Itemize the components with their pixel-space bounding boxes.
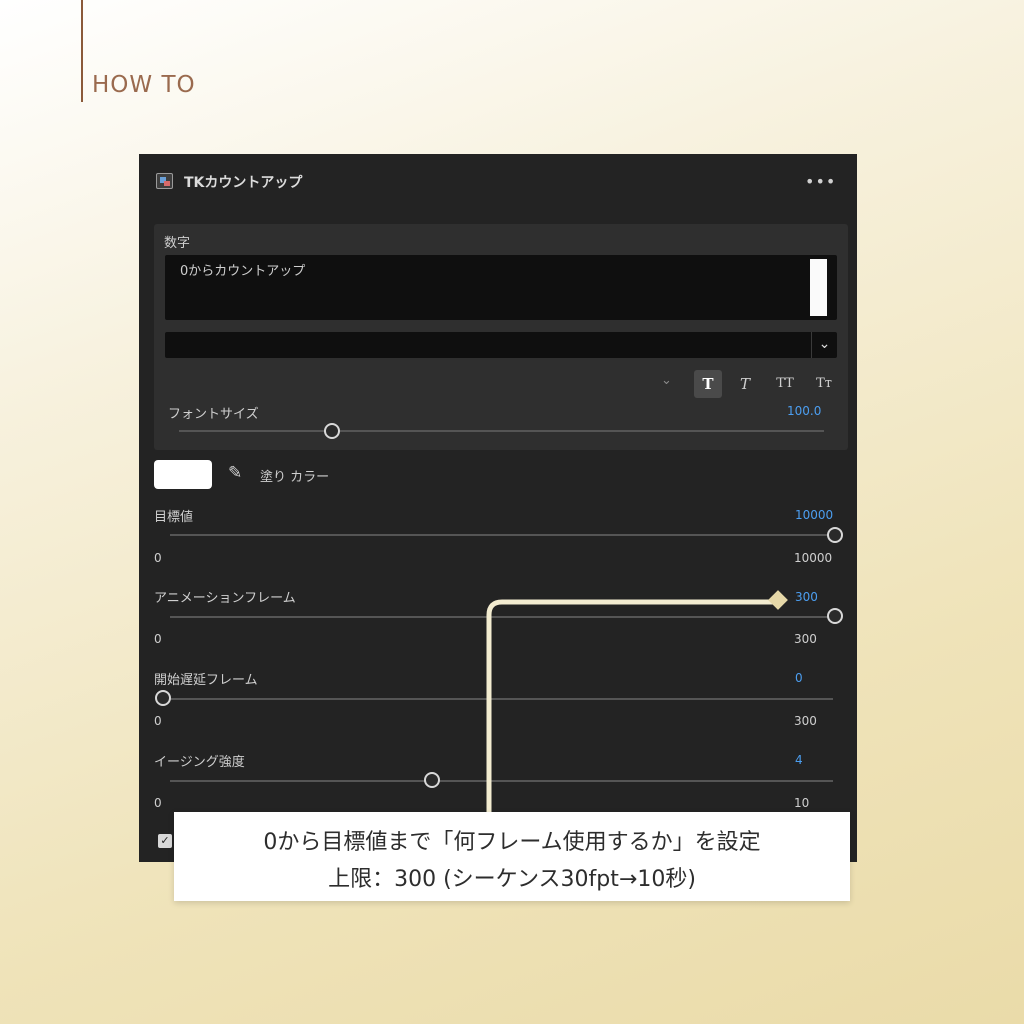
target-value-slider-knob[interactable] xyxy=(827,527,843,543)
callout-line-1: 0から目標値まで「何フレーム使用するか」を設定 xyxy=(263,830,761,855)
text-color-swatch[interactable] xyxy=(810,259,827,316)
easing-strength-label: イージング強度 xyxy=(154,755,245,770)
small-caps-button[interactable]: Tт xyxy=(810,370,838,398)
bold-button[interactable]: T xyxy=(694,370,722,398)
font-size-label: フォントサイズ xyxy=(168,407,259,422)
target-value-max: 10000 xyxy=(794,551,833,565)
option-checkbox[interactable]: ✓ xyxy=(158,834,172,848)
animation-frames-value[interactable]: 300 xyxy=(795,590,818,604)
target-value-value[interactable]: 10000 xyxy=(795,508,833,522)
text-input-value: 0からカウントアップ xyxy=(180,264,306,279)
easing-strength-slider-knob[interactable] xyxy=(424,772,440,788)
italic-button[interactable]: T xyxy=(731,370,759,398)
start-delay-max: 300 xyxy=(794,714,817,728)
start-delay-slider-track[interactable] xyxy=(170,698,833,700)
animation-frames-slider-knob[interactable] xyxy=(827,608,843,624)
target-value-label: 目標値 xyxy=(154,510,194,525)
heading: HOW TO xyxy=(92,72,196,98)
easing-strength-max: 10 xyxy=(794,796,810,810)
text-input[interactable]: 0からカウントアップ xyxy=(165,255,837,320)
animation-frames-min: 0 xyxy=(154,632,162,646)
eyedropper-icon[interactable]: ✎ xyxy=(228,463,242,483)
heading-rule xyxy=(81,0,83,102)
easing-strength-min: 0 xyxy=(154,796,162,810)
font-family-select[interactable]: ⌄ xyxy=(165,332,837,358)
text-section: 数字 0からカウントアップ ⌄ ⌄ T T TT Tт フォントサイズ 100.… xyxy=(154,224,848,450)
chevron-down-icon[interactable]: ⌄ xyxy=(811,332,837,358)
animation-frames-label: アニメーションフレーム xyxy=(154,591,296,606)
panel-header: TKカウントアップ ••• xyxy=(139,154,857,210)
start-delay-value[interactable]: 0 xyxy=(795,671,803,685)
callout-box: 0から目標値まで「何フレーム使用するか」を設定 上限：300 (シーケンス30f… xyxy=(174,812,850,901)
callout-line-2: 上限：300 (シーケンス30fpt→10秒) xyxy=(328,867,696,892)
fill-color-swatch[interactable] xyxy=(154,460,212,489)
text-section-label: 数字 xyxy=(164,236,191,251)
font-size-value[interactable]: 100.0 xyxy=(787,404,821,418)
effect-panel: TKカウントアップ ••• 数字 0からカウントアップ ⌄ ⌄ T T TT T… xyxy=(139,154,857,862)
start-delay-min: 0 xyxy=(154,714,162,728)
easing-strength-value[interactable]: 4 xyxy=(795,753,803,767)
all-caps-button[interactable]: TT xyxy=(771,370,799,398)
fill-color-label: 塗り カラー xyxy=(260,470,330,485)
panel-title: TKカウントアップ xyxy=(184,175,303,191)
start-delay-slider-knob[interactable] xyxy=(155,690,171,706)
easing-strength-slider-track[interactable] xyxy=(170,780,833,782)
more-horizontal-icon[interactable]: ••• xyxy=(805,172,836,191)
animation-frames-slider-track[interactable] xyxy=(170,616,833,618)
target-value-slider-track[interactable] xyxy=(170,534,833,536)
target-value-min: 0 xyxy=(154,551,162,565)
font-style-chevron-icon[interactable]: ⌄ xyxy=(661,373,672,388)
start-delay-label: 開始遅延フレーム xyxy=(154,673,258,688)
effect-icon xyxy=(156,173,173,189)
font-size-slider-track[interactable] xyxy=(179,430,824,432)
font-size-slider-knob[interactable] xyxy=(324,423,340,439)
animation-frames-max: 300 xyxy=(794,632,817,646)
